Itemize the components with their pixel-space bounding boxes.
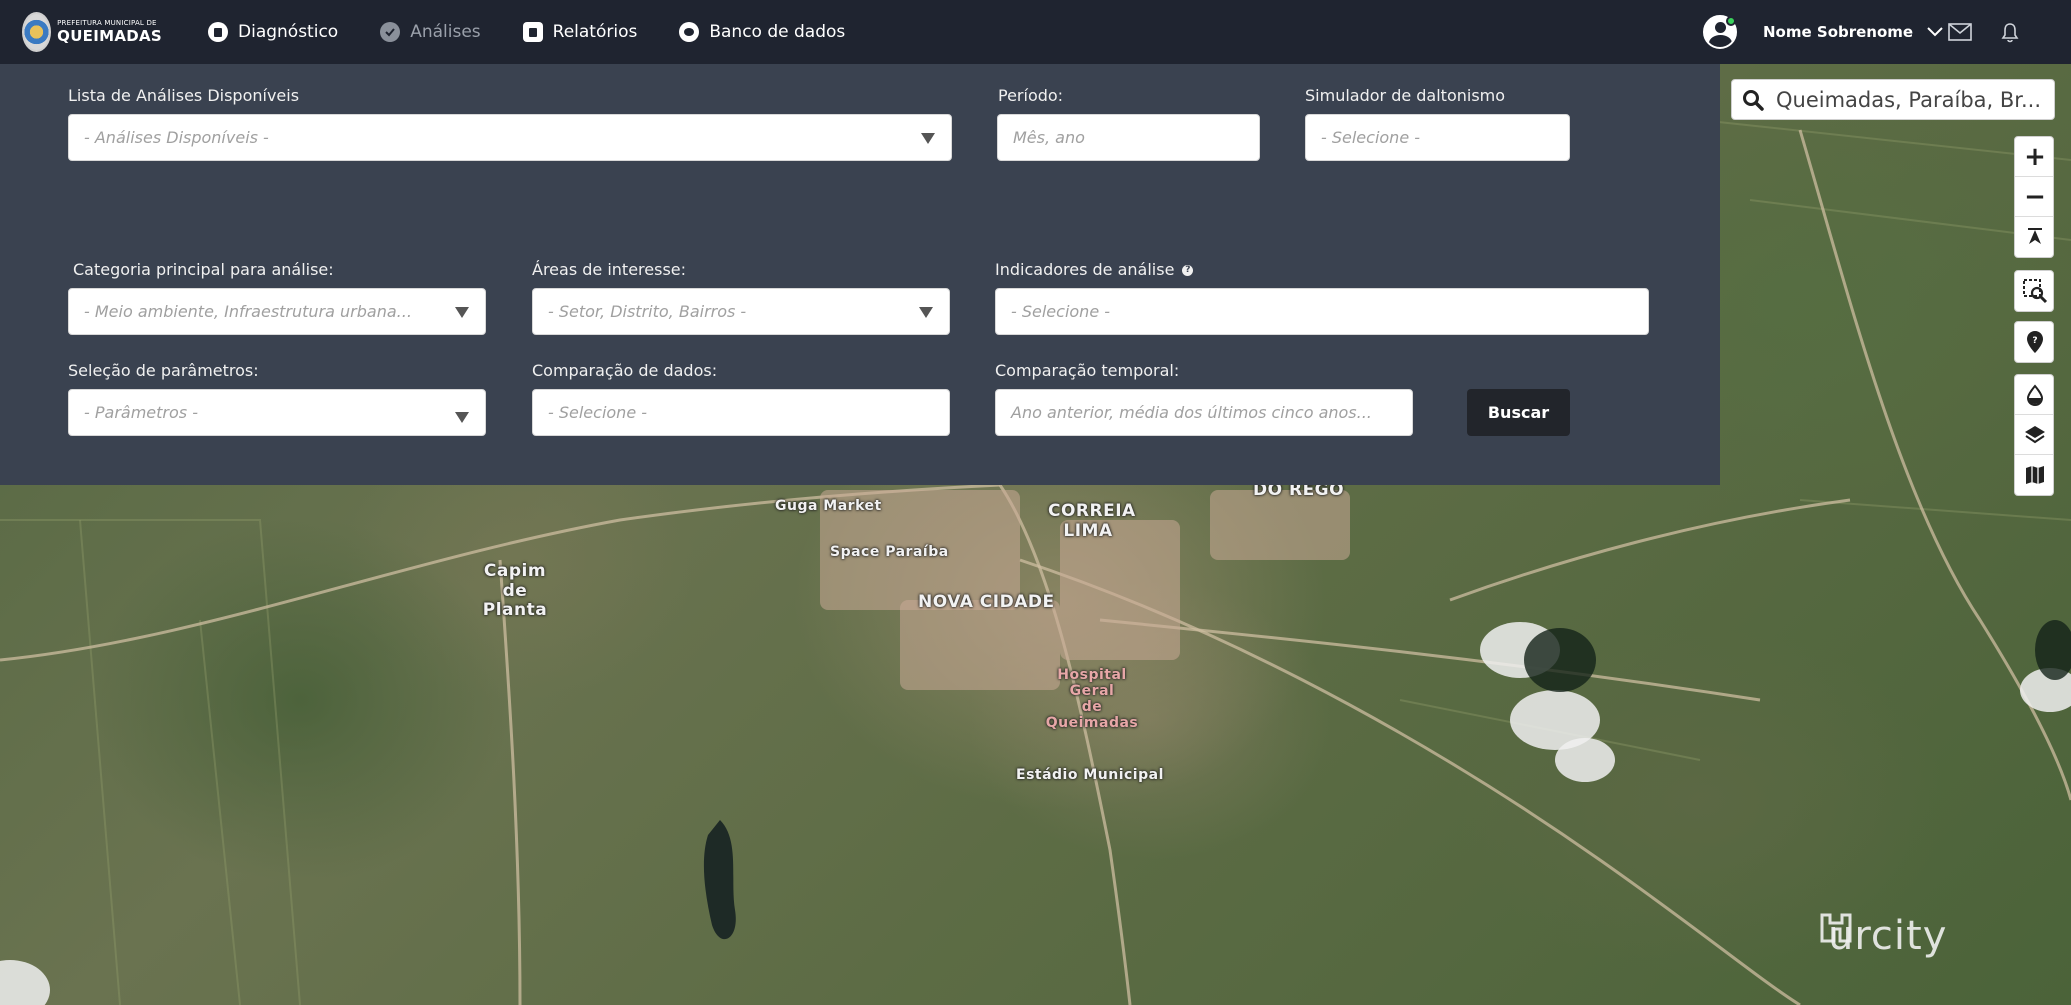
- color-blind-label: Simulador de daltonismo: [1305, 86, 1506, 105]
- map-label-hospital-line2: de Queimadas: [1045, 699, 1139, 732]
- category-placeholder: - Meio ambiente, Infraestrutura urbana..…: [84, 302, 412, 321]
- nav-item-analises[interactable]: Análises: [380, 22, 481, 42]
- relatorios-icon: [522, 22, 543, 42]
- temporal-label: Comparação temporal:: [995, 361, 1180, 380]
- zoom-out-button[interactable]: −: [2015, 177, 2053, 217]
- comparison-placeholder: - Selecione -: [548, 403, 648, 422]
- top-navbar: PREFEITURA MUNICIPAL DE QUEIMADAS Diagnó…: [0, 0, 2071, 64]
- drop-button[interactable]: [2015, 375, 2053, 415]
- map-label-estadio: Estádio Municipal: [1016, 767, 1164, 783]
- zoom-controls: + −: [2014, 136, 2054, 258]
- temporal-placeholder: Ano anterior, média dos últimos cinco an…: [1011, 403, 1372, 422]
- location-control: ?: [2014, 321, 2054, 363]
- compass-north-icon: [2028, 228, 2042, 244]
- city-logo[interactable]: PREFEITURA MUNICIPAL DE QUEIMADAS: [22, 12, 162, 52]
- user-menu[interactable]: Nome Sobrenome: [1703, 15, 1943, 49]
- map-style-controls: [2014, 374, 2054, 496]
- analysis-list-select[interactable]: - Análises Disponíveis -: [68, 114, 952, 161]
- map-label-correia-lima: CORREIA LIMA: [1048, 501, 1135, 541]
- parameters-label: Seleção de parâmetros:: [68, 361, 259, 380]
- map-search-box[interactable]: Queimadas, Paraíba, Br...: [1731, 79, 2055, 120]
- nav-item-diagnostico[interactable]: Diagnóstico: [208, 22, 338, 42]
- chevron-down-icon[interactable]: [1927, 24, 1943, 40]
- comparison-select[interactable]: - Selecione -: [532, 389, 950, 436]
- search-icon: [1743, 89, 1764, 111]
- map-label-capim-de-planta: Capim de Planta: [470, 561, 560, 621]
- zoom-area-button[interactable]: [2015, 271, 2053, 311]
- nav-item-banco-de-dados[interactable]: Banco de dados: [679, 22, 845, 42]
- nav-label-relatorios: Relatórios: [552, 22, 638, 42]
- help-icon[interactable]: ?: [1182, 265, 1194, 276]
- map-search-text: Queimadas, Paraíba, Br...: [1776, 87, 2042, 112]
- indicators-label: Indicadores de análise?: [995, 260, 1194, 279]
- svg-text:?: ?: [2032, 336, 2037, 346]
- areas-label: Áreas de interesse:: [532, 260, 687, 279]
- dropdown-arrow-icon: [919, 306, 933, 318]
- urcity-brand: urcity: [1820, 913, 1947, 959]
- bell-icon[interactable]: [1998, 20, 2022, 44]
- indicators-select[interactable]: - Selecione -: [995, 288, 1649, 335]
- temporal-input[interactable]: Ano anterior, média dos últimos cinco an…: [995, 389, 1413, 436]
- nav-item-relatorios[interactable]: Relatórios: [522, 22, 638, 42]
- map-label-hospital-line1: Hospital Geral: [1057, 667, 1127, 700]
- online-status-dot: [1726, 16, 1736, 26]
- map-label-hospital: Hospital Geral de Queimadas: [1040, 667, 1144, 731]
- city-seal-icon: [22, 12, 52, 52]
- parameters-placeholder: - Parâmetros -: [84, 403, 198, 422]
- dropdown-arrow-icon: [455, 411, 469, 423]
- color-blind-placeholder: - Selecione -: [1321, 128, 1421, 147]
- map-label-capim-line1: Capim de: [483, 561, 547, 601]
- logo-line1: PREFEITURA MUNICIPAL DE: [57, 19, 157, 27]
- dropdown-arrow-icon: [921, 132, 935, 144]
- zoom-in-button[interactable]: +: [2015, 137, 2053, 177]
- indicators-placeholder: - Selecione -: [1011, 302, 1111, 321]
- city-logo-text: PREFEITURA MUNICIPAL DE QUEIMADAS: [57, 20, 162, 44]
- nav-label-analises: Análises: [410, 22, 481, 42]
- map-label-space-paraiba: Space Paraíba: [830, 544, 949, 560]
- user-name: Nome Sobrenome: [1763, 23, 1914, 41]
- reset-bearing-button[interactable]: [2015, 217, 2053, 257]
- map-label-capim-line2: Planta: [482, 600, 548, 621]
- period-input[interactable]: Mês, ano: [997, 114, 1260, 161]
- zoom-in-icon: +: [2024, 141, 2046, 172]
- category-select[interactable]: - Meio ambiente, Infraestrutura urbana..…: [68, 288, 486, 335]
- logo-line2: QUEIMADAS: [57, 27, 162, 45]
- analysis-list-placeholder: - Análises Disponíveis -: [84, 128, 269, 147]
- location-button[interactable]: ?: [2015, 322, 2053, 362]
- nav-label-diagnostico: Diagnóstico: [238, 22, 339, 42]
- main-nav: Diagnóstico Análises Relatórios Banco de…: [208, 0, 887, 64]
- urcity-logo-icon: [1820, 913, 1852, 943]
- areas-select[interactable]: - Setor, Distrito, Bairros -: [532, 288, 950, 335]
- zoom-out-icon: −: [2024, 181, 2046, 212]
- map-label-correia-line2: LIMA: [1063, 520, 1113, 541]
- category-label: Categoria principal para análise:: [73, 260, 334, 279]
- map-label-guga-market: Guga Market: [775, 498, 882, 514]
- color-blind-select[interactable]: - Selecione -: [1305, 114, 1570, 161]
- database-icon: [679, 22, 700, 42]
- map-label-correia-line1: CORREIA: [1048, 501, 1136, 521]
- period-placeholder: Mês, ano: [1013, 128, 1085, 147]
- map-icon: [2026, 466, 2044, 484]
- zoom-area-icon: [2023, 279, 2048, 304]
- diagnostico-icon: [208, 22, 228, 42]
- layers-icon: [2025, 425, 2045, 443]
- map-label-nova-cidade: NOVA CIDADE: [918, 592, 1055, 612]
- parameters-select[interactable]: - Parâmetros -: [68, 389, 486, 436]
- mail-icon[interactable]: [1948, 20, 1972, 44]
- zoom-area-control: [2014, 270, 2054, 312]
- areas-placeholder: - Setor, Distrito, Bairros -: [548, 302, 747, 321]
- indicators-label-text: Indicadores de análise: [995, 260, 1175, 279]
- location-pin-icon: ?: [2027, 331, 2043, 353]
- nav-label-banco-de-dados: Banco de dados: [709, 22, 846, 42]
- basemap-button[interactable]: [2015, 455, 2053, 495]
- analysis-list-label: Lista de Análises Disponíveis: [68, 86, 300, 105]
- search-button[interactable]: Buscar: [1467, 389, 1570, 436]
- drop-icon: [2026, 383, 2044, 406]
- dropdown-arrow-icon: [455, 306, 469, 318]
- comparison-label: Comparação de dados:: [532, 361, 718, 380]
- period-label: Período:: [998, 86, 1064, 105]
- analises-icon: [380, 22, 401, 42]
- layers-button[interactable]: [2015, 415, 2053, 455]
